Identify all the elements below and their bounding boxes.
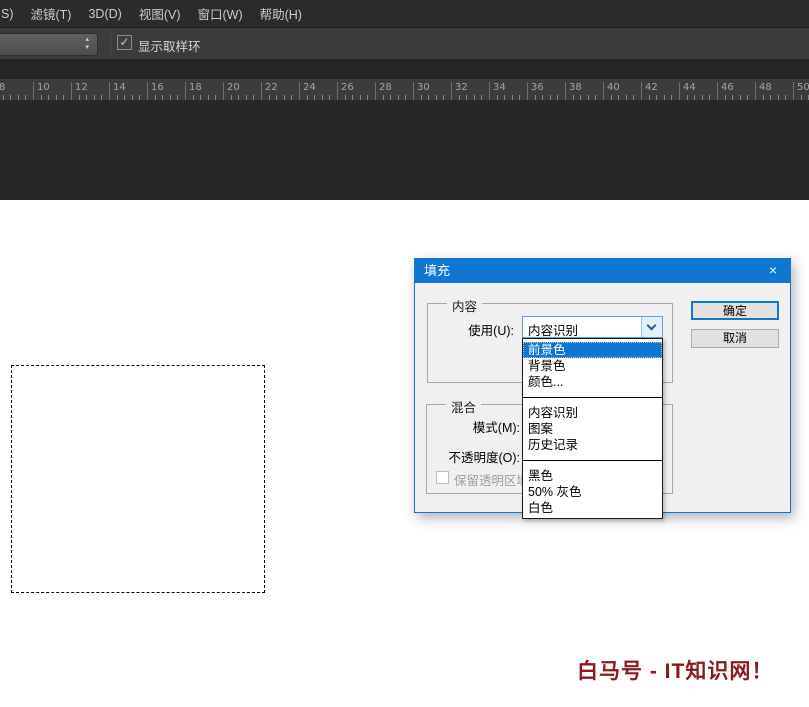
ruler-major-tick	[71, 82, 72, 100]
ruler-number: 30	[417, 82, 430, 93]
dropdown-option[interactable]: 背景色	[523, 358, 662, 374]
dropdown-option[interactable]: 图案	[523, 421, 662, 437]
ruler-major-tick	[641, 82, 642, 100]
ruler-number: 36	[531, 82, 544, 93]
ruler-number: 38	[569, 82, 582, 93]
dropdown-option[interactable]: 黑色	[523, 468, 662, 484]
menu-item-2[interactable]: 3D(D)	[88, 7, 121, 21]
spinner-arrows-icon: ▴▾	[85, 36, 89, 52]
ruler-major-tick	[33, 82, 34, 100]
dropdown-option[interactable]: 历史记录	[523, 437, 662, 453]
selection-marquee[interactable]	[11, 365, 265, 593]
dropdown-option[interactable]: 前景色	[523, 342, 662, 358]
dialog-titlebar[interactable]: 填充 ×	[415, 259, 790, 283]
ruler-major-tick	[261, 82, 262, 100]
menu-bar: S) 滤镜(T) 3D(D) 视图(V) 窗口(W) 帮助(H)	[0, 0, 809, 28]
ok-button[interactable]: 确定	[691, 301, 779, 320]
ruler-major-tick	[223, 82, 224, 100]
chevron-down-icon	[647, 321, 657, 331]
use-combobox-value: 内容识别	[528, 320, 578, 339]
ruler-major-tick	[603, 82, 604, 100]
dropdown-option[interactable]: 颜色...	[523, 374, 662, 390]
ruler-number: 26	[341, 82, 354, 93]
show-sampling-ring-label[interactable]: 显示取样环	[138, 36, 201, 55]
ruler-major-tick	[755, 82, 756, 100]
use-dropdown-list: 前景色背景色颜色... 内容识别图案历史记录黑色50% 灰色白色	[522, 338, 663, 519]
dropdown-separator	[523, 397, 662, 398]
options-separator	[110, 30, 111, 56]
ruler-major-tick	[299, 82, 300, 100]
dropdown-option[interactable]: 内容识别	[523, 405, 662, 421]
ruler-number: 50	[797, 82, 809, 93]
ruler-number: 24	[303, 82, 316, 93]
combobox-dropdown-button[interactable]	[641, 317, 662, 337]
menu-item-0[interactable]: S)	[1, 7, 14, 21]
menu-item-5[interactable]: 帮助(H)	[260, 4, 302, 23]
ruler-major-tick	[565, 82, 566, 100]
ruler-number: 14	[113, 82, 126, 93]
ruler-major-tick	[793, 82, 794, 100]
dropdown-option[interactable]: 白色	[523, 500, 662, 516]
ruler-number: 28	[379, 82, 392, 93]
ruler-number: 8	[0, 82, 5, 93]
ruler-number: 16	[151, 82, 164, 93]
ruler-number: 42	[645, 82, 658, 93]
cancel-button[interactable]: 取消	[691, 329, 779, 348]
show-sampling-ring-checkbox[interactable]: ✓	[117, 35, 132, 50]
blend-group-label: 混合	[446, 397, 481, 416]
ruler-number: 48	[759, 82, 772, 93]
horizontal-ruler[interactable]: 8 10 12 14 16 18 20 22 24 26 28 30 32 34 36 38 40 42 44 46 4…	[0, 79, 809, 100]
ruler-number: 18	[189, 82, 202, 93]
close-icon[interactable]: ×	[756, 259, 790, 283]
ruler-number: 40	[607, 82, 620, 93]
ruler-number: 44	[683, 82, 696, 93]
canvas-pasteboard	[0, 100, 809, 200]
preserve-transparency-label: 保留透明区域	[454, 470, 529, 489]
ruler-major-tick	[413, 82, 414, 100]
ruler-number: 20	[227, 82, 240, 93]
menu-item-3[interactable]: 视图(V)	[139, 4, 181, 23]
photoshop-window: S) 滤镜(T) 3D(D) 视图(V) 窗口(W) 帮助(H) ▴▾ ✓ 显示取样环 8…	[0, 0, 809, 707]
ruler-major-tick	[147, 82, 148, 100]
canvas-gutter	[0, 59, 809, 79]
ruler-major-tick	[185, 82, 186, 100]
ruler-major-tick	[451, 82, 452, 100]
tool-options-bar: ▴▾ ✓ 显示取样环	[0, 28, 809, 59]
ruler-major-tick	[337, 82, 338, 100]
mode-label: 模式(M):	[427, 417, 520, 436]
dialog-title: 填充	[424, 263, 450, 278]
ruler-major-tick	[375, 82, 376, 100]
ruler-number: 46	[721, 82, 734, 93]
ruler-major-tick	[679, 82, 680, 100]
ruler-major-tick	[717, 82, 718, 100]
dropdown-separator	[523, 460, 662, 461]
ruler-number: 22	[265, 82, 278, 93]
fill-dialog: 填充 × 内容 使用(U): 内容识别 混合 模式(M): 不透明度(O): 保…	[414, 258, 791, 513]
use-combobox[interactable]: 内容识别	[522, 316, 663, 338]
preserve-transparency-checkbox[interactable]	[436, 471, 449, 484]
opacity-label: 不透明度(O):	[427, 447, 520, 466]
ruler-number: 34	[493, 82, 506, 93]
ruler-major-tick	[109, 82, 110, 100]
menu-item-1[interactable]: 滤镜(T)	[31, 4, 72, 23]
check-icon: ✓	[119, 35, 129, 49]
ruler-number: 12	[75, 82, 88, 93]
ruler-major-tick	[527, 82, 528, 100]
sample-size-dropdown[interactable]: ▴▾	[0, 33, 98, 56]
menu-item-4[interactable]: 窗口(W)	[197, 4, 242, 23]
watermark-text: 白马号 - IT知识网！	[577, 655, 773, 685]
ruler-number: 32	[455, 82, 468, 93]
content-group-label: 内容	[447, 296, 482, 315]
ruler-number: 10	[37, 82, 50, 93]
use-label: 使用(U):	[427, 320, 514, 339]
dropdown-option[interactable]: 50% 灰色	[523, 484, 662, 500]
ruler-major-tick	[489, 82, 490, 100]
